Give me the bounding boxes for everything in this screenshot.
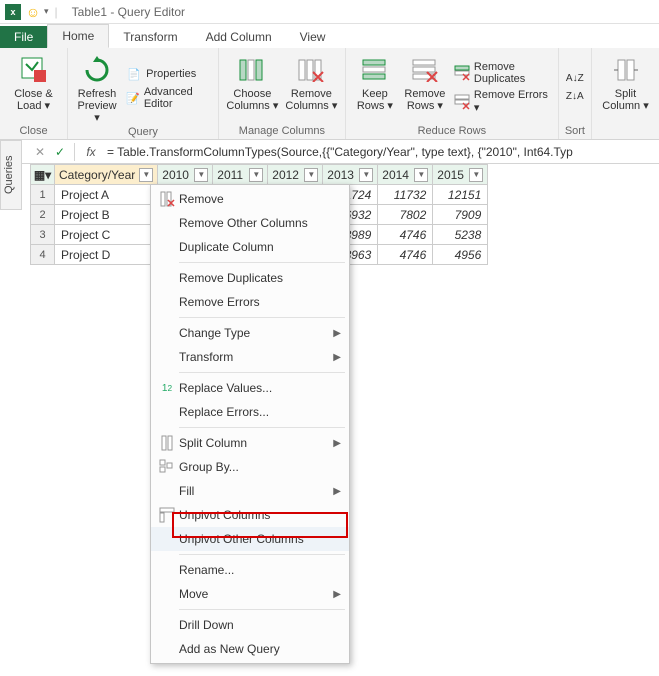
refresh-icon: [81, 54, 113, 86]
menu-remove-duplicates[interactable]: Remove Duplicates: [151, 266, 349, 290]
filter-icon[interactable]: ▼: [414, 168, 428, 182]
title-bar: x ☺ ▾ | Table1 - Query Editor: [0, 0, 659, 24]
window-title: Table1 - Query Editor: [72, 5, 185, 19]
filter-icon[interactable]: ▼: [249, 168, 263, 182]
tab-file[interactable]: File: [0, 26, 47, 48]
qat-dropdown-icon[interactable]: ▾: [44, 6, 49, 17]
menu-unpivot-columns[interactable]: Unpivot Columns: [151, 503, 349, 527]
smiley-icon[interactable]: ☺: [24, 3, 42, 21]
col-header-2013[interactable]: 2013▼: [323, 165, 378, 185]
menu-remove[interactable]: Remove: [151, 187, 349, 211]
fx-icon[interactable]: fx: [79, 145, 103, 159]
menu-split-column[interactable]: Split Column▶: [151, 431, 349, 455]
remove-columns-icon: [295, 54, 327, 86]
remove-column-icon: [155, 191, 179, 207]
sort-asc-button[interactable]: A↓Z: [565, 70, 585, 88]
sort-asc-icon: A↓Z: [567, 71, 583, 87]
menu-rename[interactable]: Rename...: [151, 558, 349, 582]
refresh-preview-button[interactable]: Refresh Preview ▾: [74, 52, 120, 124]
menu-fill[interactable]: Fill▶: [151, 479, 349, 503]
remove-rows-button[interactable]: Remove Rows ▾: [402, 52, 448, 123]
column-context-menu: Remove Remove Other Columns Duplicate Co…: [150, 184, 350, 664]
menu-group-by[interactable]: Group By...: [151, 455, 349, 479]
menu-remove-other[interactable]: Remove Other Columns: [151, 211, 349, 235]
excel-icon: x: [4, 3, 22, 21]
remove-duplicates-button[interactable]: Remove Duplicates: [452, 60, 552, 86]
remove-errors-button[interactable]: Remove Errors ▾: [452, 88, 552, 115]
col-header-2011[interactable]: 2011▼: [213, 165, 268, 185]
advanced-editor-icon: 📝: [126, 90, 140, 106]
formula-bar: ✕ ✓ fx = Table.TransformColumnTypes(Sour…: [0, 140, 659, 164]
select-all-corner[interactable]: ▦▾: [31, 165, 55, 185]
submenu-arrow-icon: ▶: [333, 352, 341, 363]
submenu-arrow-icon: ▶: [333, 438, 341, 449]
accept-formula-icon[interactable]: ✓: [50, 145, 70, 159]
properties-button[interactable]: 📄Properties: [124, 65, 212, 83]
col-header-category[interactable]: Category/Year▼: [55, 165, 158, 185]
remove-errors-icon: [454, 94, 470, 110]
col-header-2014[interactable]: 2014▼: [378, 165, 433, 185]
ribbon-tabs: File Home Transform Add Column View: [0, 24, 659, 48]
col-header-2012[interactable]: 2012▼: [268, 165, 323, 185]
split-column-button[interactable]: Split Column ▾: [598, 52, 653, 135]
submenu-arrow-icon: ▶: [333, 589, 341, 600]
menu-unpivot-other-columns[interactable]: Unpivot Other Columns: [151, 527, 349, 551]
menu-remove-errors[interactable]: Remove Errors: [151, 290, 349, 314]
col-header-2015[interactable]: 2015▼: [433, 165, 488, 185]
remove-columns-button[interactable]: Remove Columns ▾: [284, 52, 339, 123]
remove-rows-icon: [409, 54, 441, 86]
group-by-icon: [155, 459, 179, 475]
choose-columns-icon: [236, 54, 268, 86]
sort-desc-icon: Z↓A: [567, 89, 583, 105]
menu-drill-down[interactable]: Drill Down: [151, 613, 349, 637]
tab-transform[interactable]: Transform: [109, 26, 191, 48]
split-column-icon: [610, 54, 642, 86]
submenu-arrow-icon: ▶: [333, 328, 341, 339]
unpivot-icon: [155, 507, 179, 523]
tab-view[interactable]: View: [286, 26, 340, 48]
filter-icon[interactable]: ▼: [139, 168, 153, 182]
submenu-arrow-icon: ▶: [333, 486, 341, 497]
tab-home[interactable]: Home: [47, 24, 109, 48]
split-column-icon: [155, 435, 179, 451]
menu-add-as-new-query[interactable]: Add as New Query: [151, 637, 349, 661]
menu-duplicate[interactable]: Duplicate Column: [151, 235, 349, 259]
replace-values-icon: 12: [155, 383, 179, 394]
advanced-editor-button[interactable]: 📝Advanced Editor: [124, 85, 212, 111]
close-and-load-button[interactable]: Close & Load ▾: [6, 52, 61, 123]
queries-pane-toggle[interactable]: Queries: [0, 140, 22, 210]
ribbon: Close & Load ▾ Close Refresh Preview ▾ 📄…: [0, 48, 659, 140]
keep-rows-button[interactable]: Keep Rows ▾: [352, 52, 398, 123]
properties-icon: 📄: [126, 66, 142, 82]
close-load-icon: [18, 54, 50, 86]
tab-add-column[interactable]: Add Column: [192, 26, 286, 48]
filter-icon[interactable]: ▼: [194, 168, 208, 182]
menu-move[interactable]: Move▶: [151, 582, 349, 606]
menu-transform[interactable]: Transform▶: [151, 345, 349, 369]
keep-rows-icon: [359, 54, 391, 86]
menu-change-type[interactable]: Change Type▶: [151, 321, 349, 345]
cancel-formula-icon[interactable]: ✕: [30, 145, 50, 159]
col-header-2010[interactable]: 2010▼: [158, 165, 213, 185]
formula-input[interactable]: = Table.TransformColumnTypes(Source,{{"C…: [103, 145, 659, 159]
remove-duplicates-icon: [454, 65, 470, 81]
filter-icon[interactable]: ▼: [304, 168, 318, 182]
menu-replace-errors[interactable]: Replace Errors...: [151, 400, 349, 424]
choose-columns-button[interactable]: Choose Columns ▾: [225, 52, 280, 123]
filter-icon[interactable]: ▼: [359, 168, 373, 182]
sort-desc-button[interactable]: Z↓A: [565, 88, 585, 106]
menu-replace-values[interactable]: 12Replace Values...: [151, 376, 349, 400]
filter-icon[interactable]: ▼: [469, 168, 483, 182]
